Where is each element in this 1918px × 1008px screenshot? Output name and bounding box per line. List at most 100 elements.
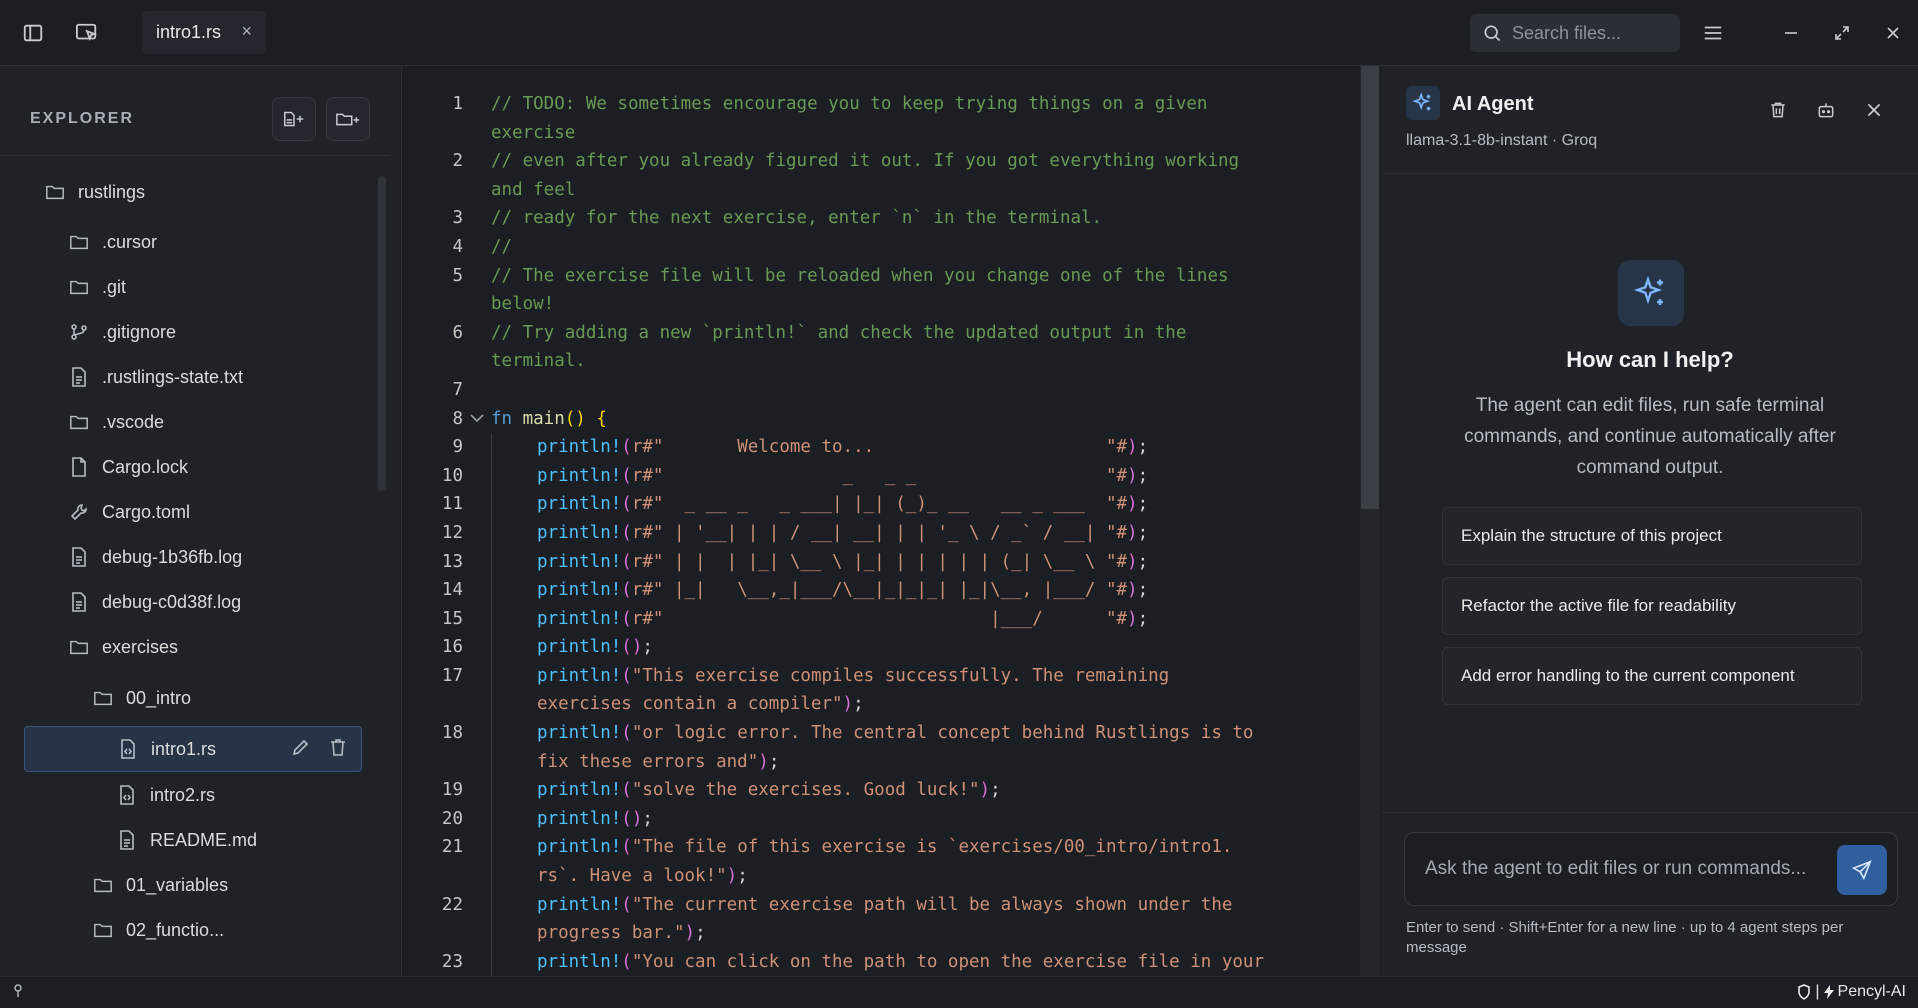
code-line[interactable]: 16 println!(); bbox=[403, 633, 1361, 662]
tree-item[interactable]: .rustlings-state.txt bbox=[68, 358, 243, 396]
code-line[interactable]: exercises contain a compiler"); bbox=[403, 690, 1361, 720]
gutter bbox=[463, 290, 491, 319]
code-line[interactable]: 2 // even after you already figured it ou… bbox=[403, 147, 1361, 176]
line-number: 21 bbox=[441, 837, 463, 858]
line-number: 13 bbox=[441, 551, 463, 572]
status-brand-area: | Pencyl-AI bbox=[1797, 983, 1906, 1001]
line-number: 22 bbox=[441, 894, 463, 915]
code-line[interactable]: 3 // ready for the next exercise, enter `… bbox=[403, 204, 1361, 233]
code-line[interactable]: below! bbox=[403, 290, 1361, 319]
tree-item[interactable]: 00_intro bbox=[92, 679, 191, 717]
indent-guide bbox=[491, 661, 537, 691]
bot-icon[interactable] bbox=[1808, 92, 1844, 128]
code-line[interactable]: 11 println!(r#" _ __ _ _ ___| |_| (_)_ __… bbox=[403, 490, 1361, 519]
folder-icon bbox=[68, 231, 90, 253]
editor-scrollbar[interactable] bbox=[1360, 66, 1380, 976]
tree-item[interactable]: debug-1b36fb.log bbox=[68, 538, 242, 576]
line-number: 15 bbox=[441, 608, 463, 629]
send-button[interactable] bbox=[1837, 845, 1887, 895]
code-text: println!(r#" | | | |_| \__ \ |_| | | | |… bbox=[491, 547, 1148, 577]
delete-icon[interactable] bbox=[329, 737, 347, 762]
code-line[interactable]: 21 println!("The file of this exercise is… bbox=[403, 833, 1361, 863]
tree-item[interactable]: .cursor bbox=[68, 223, 157, 261]
code-line[interactable]: 20 println!(); bbox=[403, 804, 1361, 834]
code-line[interactable]: 15 println!(r#" |___/ "#); bbox=[403, 604, 1361, 634]
gutter bbox=[463, 605, 491, 634]
search-input[interactable]: Search files... bbox=[1470, 14, 1680, 52]
tab-intro1[interactable]: intro1.rs × bbox=[142, 11, 266, 54]
tree-item[interactable]: exercises bbox=[68, 628, 178, 666]
code-line[interactable]: and feel bbox=[403, 176, 1361, 205]
code-line[interactable]: exercise bbox=[403, 119, 1361, 148]
minimize-icon[interactable] bbox=[1765, 13, 1816, 53]
fold-chevron-icon[interactable] bbox=[463, 405, 491, 434]
pin-icon[interactable] bbox=[12, 984, 24, 1001]
code-line[interactable]: 6 // Try adding a new `println!` and chec… bbox=[403, 319, 1361, 348]
code-line[interactable]: 10 println!(r#" _ _ _ "#); bbox=[403, 461, 1361, 491]
tree-item[interactable]: rustlings bbox=[44, 173, 145, 211]
code-editor[interactable]: 1 // TODO: We sometimes encourage you to … bbox=[403, 66, 1381, 976]
menu-icon[interactable] bbox=[1693, 13, 1733, 53]
tree-item[interactable]: 01_variables bbox=[92, 866, 228, 904]
indent-guide bbox=[491, 890, 537, 920]
folder-icon bbox=[68, 411, 90, 433]
tree-item[interactable]: .gitignore bbox=[68, 313, 176, 351]
tree-item[interactable]: debug-c0d38f.log bbox=[68, 583, 241, 621]
code-line[interactable]: 18 println!("or logic error. The central … bbox=[403, 719, 1361, 748]
code-line[interactable]: fix these errors and"); bbox=[403, 747, 1361, 777]
close-window-icon[interactable] bbox=[1867, 13, 1918, 53]
code-line[interactable]: 1 // TODO: We sometimes encourage you to … bbox=[403, 90, 1361, 119]
indent-guide bbox=[491, 604, 537, 634]
new-file-button[interactable] bbox=[272, 97, 316, 141]
suggestion-error-handling-button[interactable]: Add error handling to the current compon… bbox=[1442, 647, 1862, 705]
sidebar-toggle-icon[interactable] bbox=[13, 13, 53, 53]
code-line[interactable]: terminal. bbox=[403, 347, 1361, 376]
tree-item[interactable]: Cargo.toml bbox=[68, 493, 190, 531]
code-line[interactable]: rs`. Have a look!"); bbox=[403, 862, 1361, 891]
tree-item-label: rustlings bbox=[78, 181, 146, 202]
code-line[interactable]: 19 println!("solve the exercises. Good lu… bbox=[403, 776, 1361, 805]
line-number: 19 bbox=[441, 780, 463, 801]
edit-icon[interactable] bbox=[291, 737, 311, 762]
maximize-icon[interactable] bbox=[1816, 13, 1867, 53]
code-line[interactable]: 23 println!("You can click on the path to… bbox=[403, 947, 1361, 976]
code-line[interactable]: 13 println!(r#" | | | |_| \__ \ |_| | | |… bbox=[403, 547, 1361, 577]
code-text: exercise bbox=[491, 122, 576, 143]
code-line[interactable]: 17 println!("This exercise compiles succe… bbox=[403, 661, 1361, 691]
code-line[interactable]: 22 println!("The current exercise path wi… bbox=[403, 890, 1361, 920]
code-lines[interactable]: 1 // TODO: We sometimes encourage you to … bbox=[403, 90, 1361, 976]
sparkle-large-icon bbox=[1618, 260, 1684, 326]
tree-item[interactable]: .vscode bbox=[68, 403, 164, 441]
explorer-scrollbar[interactable] bbox=[378, 176, 386, 491]
suggestion-refactor-button[interactable]: Refactor the active file for readability bbox=[1442, 577, 1862, 635]
tree-item[interactable]: .git bbox=[68, 268, 126, 306]
code-text: // ready for the next exercise, enter `n… bbox=[491, 208, 1103, 229]
line-number: 6 bbox=[452, 322, 463, 343]
tree-item-label: exercises bbox=[102, 636, 179, 657]
code-text: println!("You can click on the path to o… bbox=[491, 947, 1264, 976]
code-line[interactable]: 14 println!(r#" |_| \__,_|___/\__|_|_|_| … bbox=[403, 576, 1361, 605]
tree-item[interactable]: 02_functio... bbox=[92, 911, 224, 949]
editor-scroll-thumb[interactable] bbox=[1361, 66, 1379, 509]
code-text: println!("The file of this exercise is `… bbox=[491, 833, 1232, 863]
tree-item-active[interactable]: intro1.rs bbox=[24, 726, 362, 772]
code-line[interactable]: 8 fn main() { bbox=[403, 405, 1361, 434]
select-cursor-icon[interactable] bbox=[67, 13, 107, 53]
code-line[interactable]: 12 println!(r#" | '__| | | / __| __| | | … bbox=[403, 518, 1361, 548]
tab-close-icon[interactable]: × bbox=[241, 21, 252, 42]
code-line[interactable]: 7 bbox=[403, 376, 1361, 405]
tree-item[interactable]: Cargo.lock bbox=[68, 448, 188, 486]
agent-prompt-input[interactable]: Ask the agent to edit files or run comma… bbox=[1404, 832, 1898, 906]
suggestion-explain-button[interactable]: Explain the structure of this project bbox=[1442, 507, 1862, 565]
trash-icon[interactable] bbox=[1760, 92, 1796, 128]
tree-item[interactable]: README.md bbox=[116, 821, 257, 859]
gutter bbox=[463, 862, 491, 891]
close-panel-icon[interactable] bbox=[1856, 92, 1892, 128]
code-line[interactable]: 9 println!(r#" Welcome to... "#); bbox=[403, 433, 1361, 462]
gutter bbox=[463, 119, 491, 148]
new-folder-button[interactable] bbox=[326, 97, 370, 141]
tree-item[interactable]: intro2.rs bbox=[116, 776, 215, 814]
code-line[interactable]: progress bar."); bbox=[403, 919, 1361, 948]
code-line[interactable]: 5 // The exercise file will be reloaded w… bbox=[403, 262, 1361, 291]
code-line[interactable]: 4 // bbox=[403, 233, 1361, 262]
